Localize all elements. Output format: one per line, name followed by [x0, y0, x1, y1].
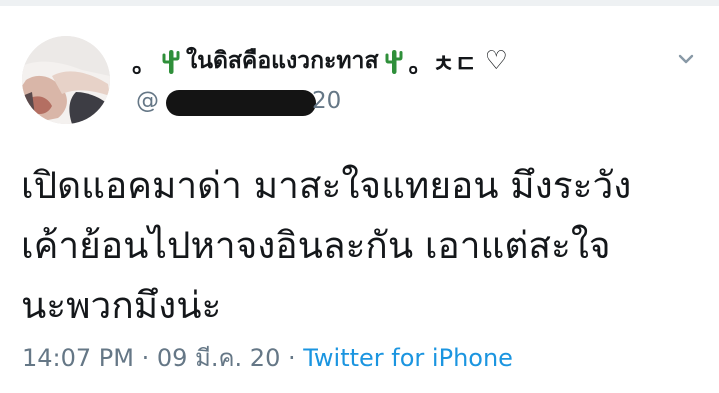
redaction-bar [166, 90, 316, 116]
display-name[interactable]: 。 ในดิสคือแงวกะทาส 。ㅊㄷ ♡ [132, 44, 508, 78]
tweet-source-link[interactable]: Twitter for iPhone [303, 344, 513, 372]
tweet-date[interactable]: 09 มี.ค. 20 [157, 344, 280, 372]
handle-tail: 20 [312, 88, 342, 114]
tweet-meta: 14:07 PM · 09 มี.ค. 20 · Twitter for iPh… [22, 338, 513, 372]
heart-icon: ♡ [484, 46, 508, 76]
avatar-image [22, 36, 110, 124]
meta-separator: · [133, 344, 157, 372]
tweet-time[interactable]: 14:07 PM [22, 344, 134, 372]
meta-separator: · [280, 344, 304, 372]
name-suffix: 。ㅊㄷ [408, 49, 477, 78]
chevron-down-icon[interactable] [672, 50, 700, 70]
tweet-text: เปิดแอคมาด่า มาสะใจแทยอน มึงระวัง เค้าย้… [21, 164, 632, 327]
handle-at: @ [136, 88, 159, 114]
top-divider [0, 0, 719, 6]
cactus-icon [385, 50, 402, 74]
display-name-text: ในดิสคือแงวกะทาส [186, 48, 379, 74]
name-prefix: 。 [132, 49, 156, 78]
avatar[interactable] [22, 36, 110, 124]
cactus-icon [162, 50, 180, 74]
